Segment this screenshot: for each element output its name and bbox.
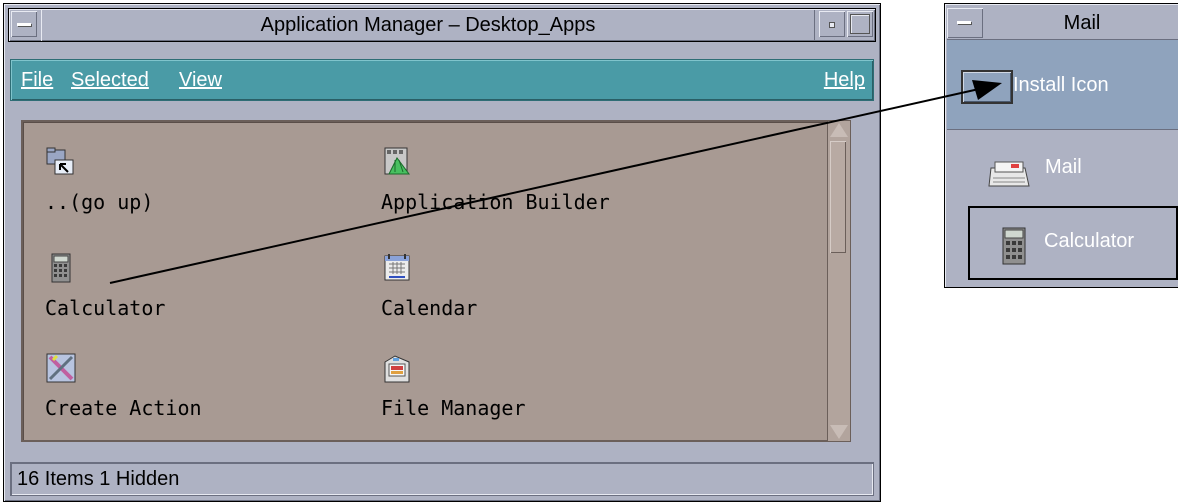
menu-help[interactable]: Help <box>824 60 865 100</box>
scrollbar-thumb[interactable] <box>830 141 846 253</box>
title-bar[interactable]: Application Manager – Desktop_Apps <box>8 8 876 42</box>
maximize-icon <box>850 14 870 34</box>
mail-icon <box>988 161 1030 187</box>
item-label: Application Builder <box>381 190 610 214</box>
subpanel-title: Mail <box>1063 12 1101 34</box>
maximize-button[interactable] <box>847 11 873 37</box>
item-label: Calendar <box>381 296 478 320</box>
menu-file-label: File <box>21 69 54 91</box>
install-icon-target-icon <box>961 70 1013 104</box>
subpanel-menu-icon <box>957 21 971 24</box>
item-label: ..(go up) <box>45 190 154 214</box>
subpanel-item-mail[interactable]: Mail <box>987 154 1177 194</box>
install-icon-label: Install Icon <box>1013 74 1109 96</box>
window-menu-icon <box>17 23 31 26</box>
subpanel-title-bar[interactable]: Mail <box>947 6 1178 40</box>
create-action-icon <box>46 353 76 383</box>
window-menu-button[interactable] <box>11 11 37 37</box>
app-builder-icon <box>384 147 410 175</box>
subpanel-item-label: Mail <box>1045 156 1082 178</box>
minimize-button[interactable] <box>819 11 845 37</box>
status-bar: 16 Items 1 Hidden <box>10 462 874 496</box>
minimize-icon <box>829 22 835 28</box>
menu-bar: File Selected View Help <box>10 59 874 101</box>
vertical-scrollbar[interactable] <box>827 120 851 442</box>
calculator-icon <box>51 253 71 283</box>
item-label: Calculator <box>45 296 166 320</box>
scroll-up-arrow-icon[interactable] <box>830 123 848 137</box>
item-label: File Manager <box>381 396 526 420</box>
mail-subpanel: Mail Install Icon Mail Calculator <box>944 3 1178 288</box>
window-title: Application Manager – Desktop_Apps <box>41 9 815 41</box>
subpanel-item-label: Calculator <box>1044 230 1135 252</box>
menu-view[interactable]: View <box>179 60 222 100</box>
folder-up-icon <box>46 147 74 175</box>
menu-help-label: Help <box>823 69 865 91</box>
menu-file[interactable]: File <box>21 60 53 100</box>
file-manager-icon <box>384 355 410 383</box>
file-view: ..(go up) Application Builder Calculator… <box>21 120 829 442</box>
menu-selected[interactable]: Selected <box>71 60 149 100</box>
item-label: Create Action <box>45 396 202 420</box>
calendar-icon <box>384 254 410 281</box>
menu-selected-label: Selected <box>71 69 149 91</box>
subpanel-item-calculator[interactable]: Calculator <box>968 206 1178 280</box>
install-icon-drop-zone[interactable]: Install Icon <box>947 40 1178 130</box>
scroll-down-arrow-icon[interactable] <box>830 425 848 439</box>
calculator-icon <box>1002 227 1026 265</box>
application-manager-window: Application Manager – Desktop_Apps File … <box>3 3 881 502</box>
menu-view-label: View <box>179 69 222 91</box>
subpanel-menu-button[interactable] <box>947 8 983 38</box>
